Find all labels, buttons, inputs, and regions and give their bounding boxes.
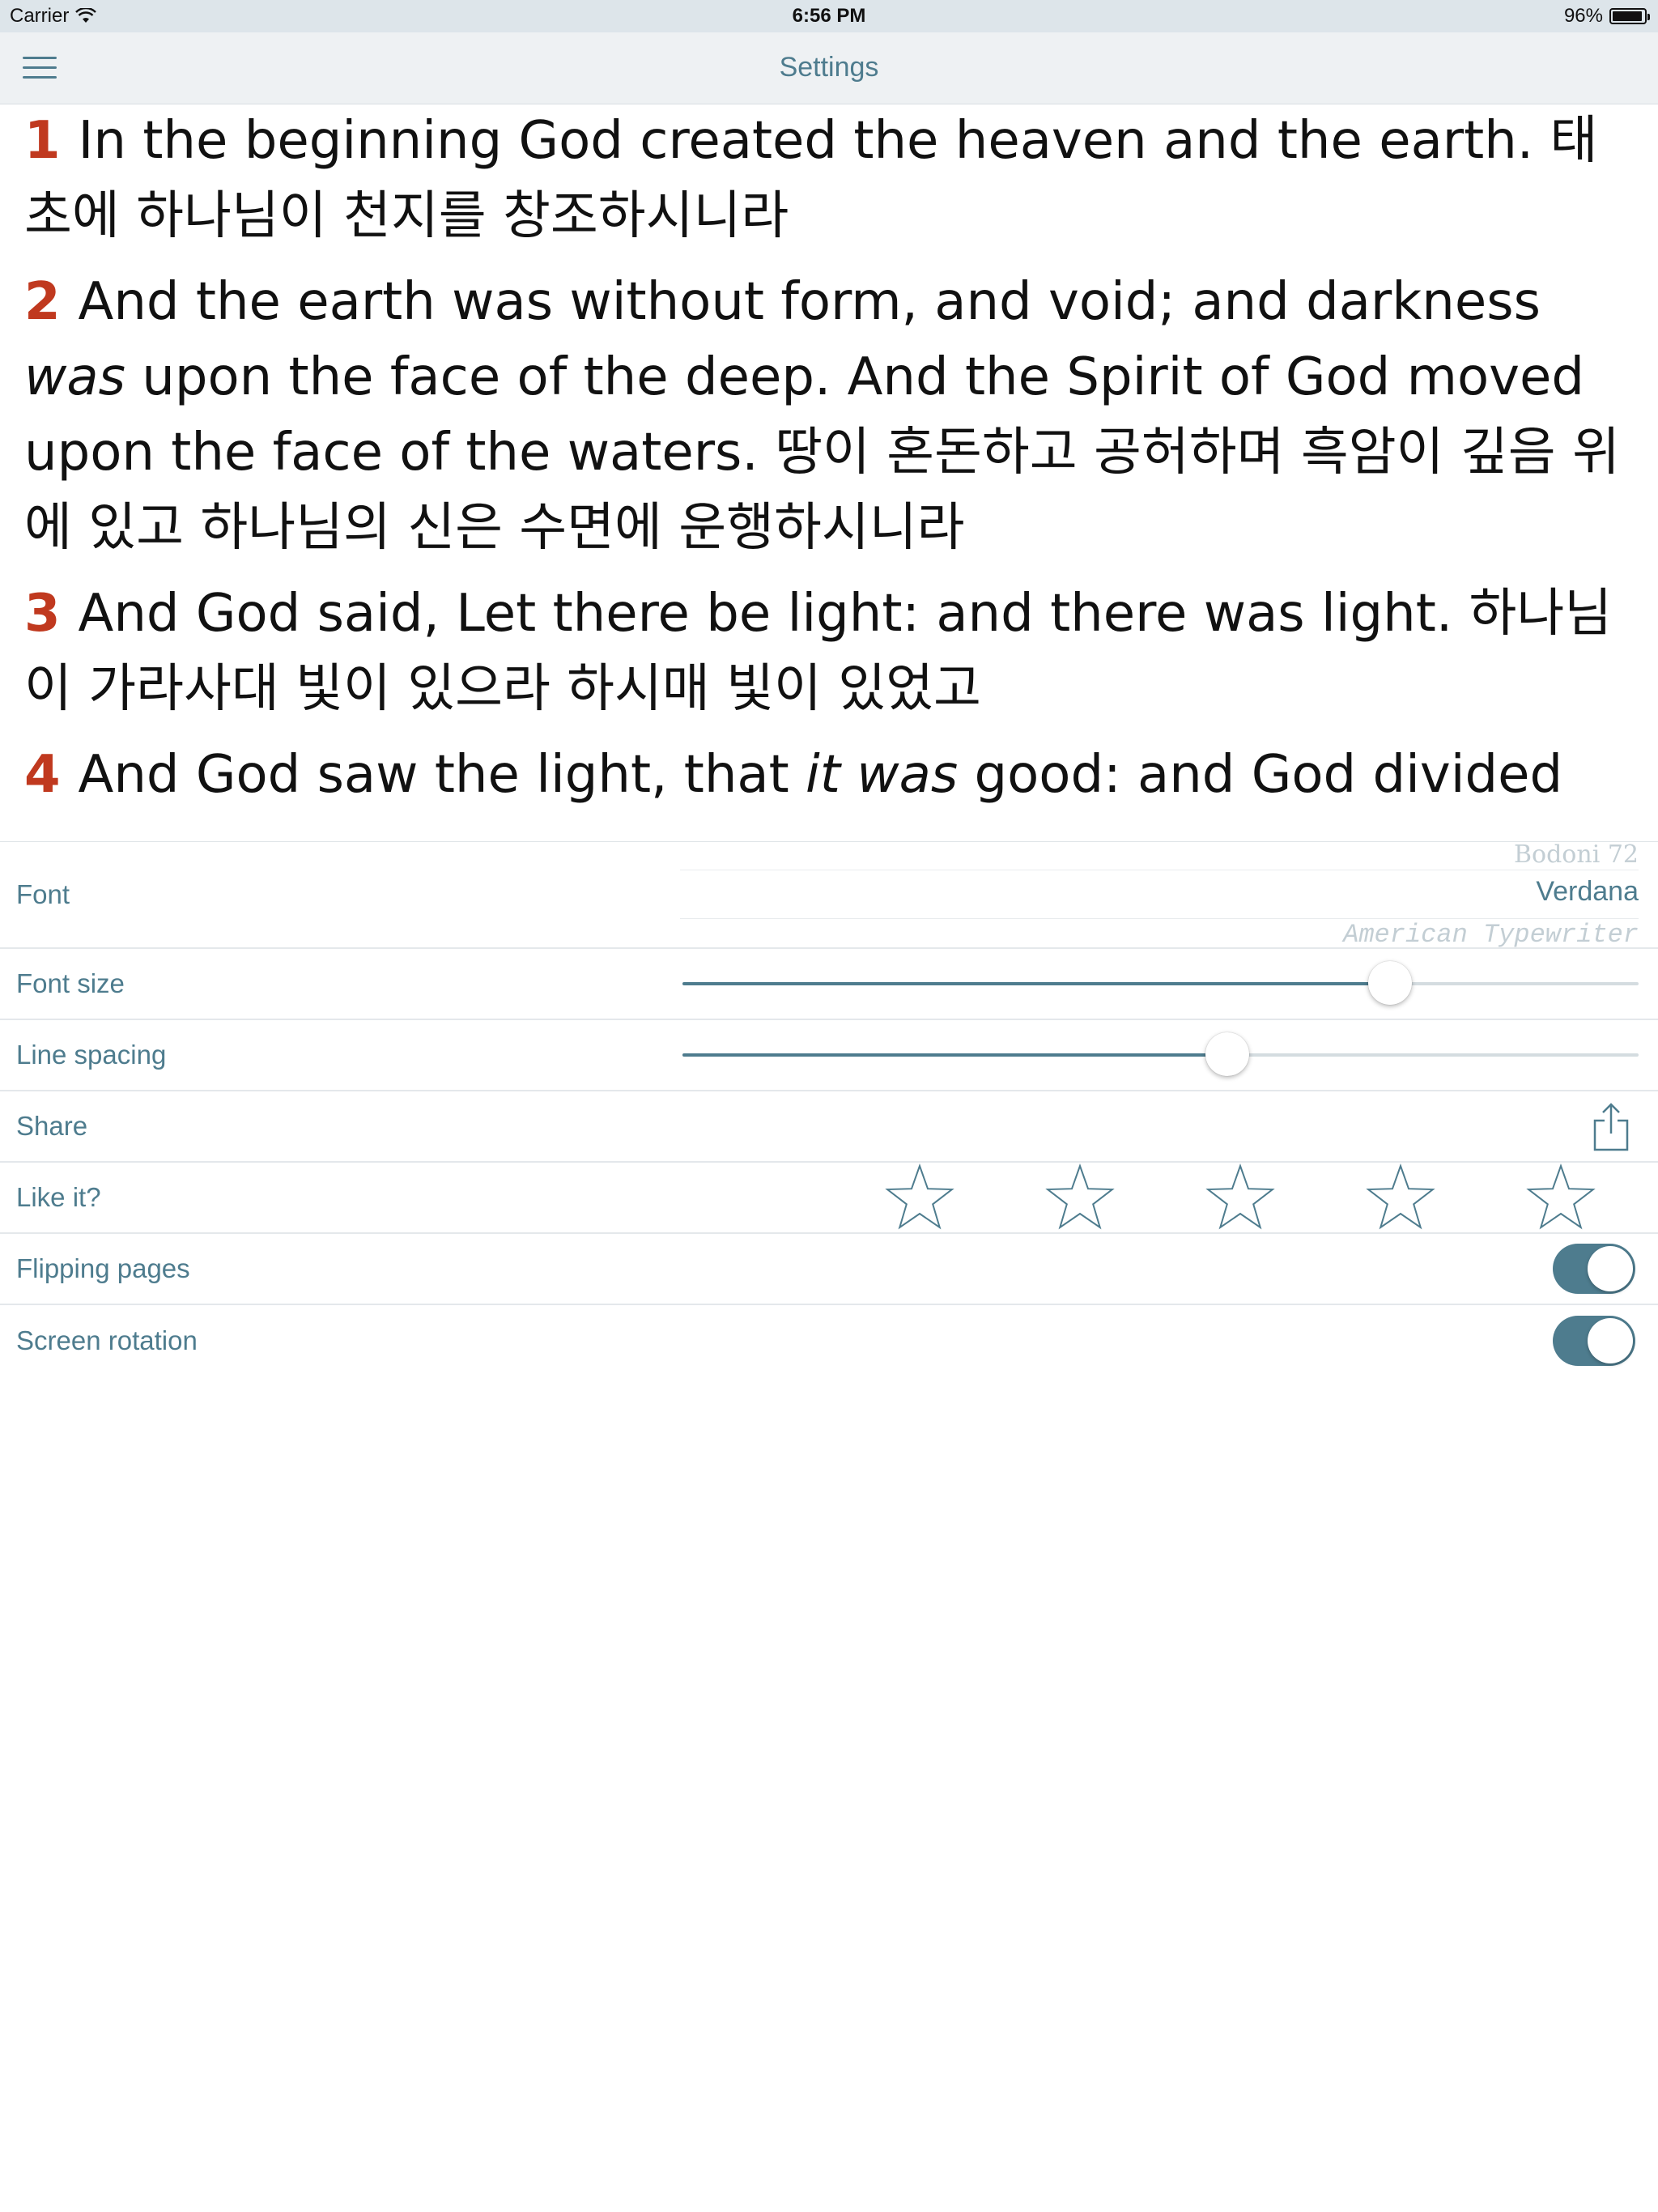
page-title: Settings xyxy=(779,52,879,83)
star-rating[interactable] xyxy=(882,1163,1642,1232)
font-row: Font Bodoni 72 Verdana American Typewrit… xyxy=(0,842,1658,949)
font-size-slider[interactable] xyxy=(682,961,1639,1005)
scripture-text-view[interactable]: 1 In the beginning God created the heaven… xyxy=(24,104,1643,840)
slider-track-fill xyxy=(682,1053,1228,1057)
share-label: Share xyxy=(16,1111,88,1141)
like-row: Like it? xyxy=(0,1163,1658,1234)
verse-text-italic: it was xyxy=(806,745,959,805)
battery-info: 96% xyxy=(1563,5,1650,28)
verse-text-italic: was xyxy=(24,347,125,407)
slider-thumb[interactable] xyxy=(1205,1032,1250,1076)
font-option-prev[interactable]: Bodoni 72 xyxy=(1514,842,1639,869)
flipping-pages-label: Flipping pages xyxy=(16,1253,190,1283)
flipping-pages-toggle[interactable] xyxy=(1553,1244,1635,1294)
battery-icon xyxy=(1609,8,1650,24)
verse: 2 And the earth was without form, and voi… xyxy=(24,265,1643,566)
screen-rotation-row: Screen rotation xyxy=(0,1305,1658,1376)
verse-text: In the beginning God created the heaven … xyxy=(78,111,1550,171)
verse-number: 2 xyxy=(24,272,61,332)
share-row[interactable]: Share xyxy=(0,1091,1658,1163)
verse: 3 And God said, Let there be light: and t… xyxy=(24,576,1643,727)
status-time: 6:56 PM xyxy=(792,5,866,27)
line-spacing-row: Line spacing xyxy=(0,1020,1658,1091)
toggle-knob xyxy=(1588,1246,1633,1291)
line-spacing-label: Line spacing xyxy=(16,1040,167,1070)
flipping-pages-row: Flipping pages xyxy=(0,1234,1658,1305)
screen-rotation-label: Screen rotation xyxy=(16,1325,198,1355)
line-spacing-slider[interactable] xyxy=(682,1032,1639,1076)
verse-text: good: and God divided xyxy=(958,745,1563,805)
font-size-label: Font size xyxy=(16,968,125,998)
verse: 4 And God saw the light, that it was good… xyxy=(24,738,1643,813)
screen-rotation-toggle[interactable] xyxy=(1553,1316,1635,1366)
share-icon[interactable] xyxy=(1590,1101,1632,1153)
verse: 1 In the beginning God created the heaven… xyxy=(24,104,1643,254)
font-picker[interactable]: Bodoni 72 Verdana American Typewriter xyxy=(680,842,1639,949)
slider-track-fill xyxy=(682,982,1390,985)
verse-text: And the earth was without form, and void… xyxy=(78,272,1541,332)
like-label: Like it? xyxy=(16,1182,101,1212)
star-outline-icon[interactable] xyxy=(1363,1163,1438,1234)
font-label: Font xyxy=(16,879,70,909)
star-outline-icon[interactable] xyxy=(882,1163,957,1234)
slider-thumb[interactable] xyxy=(1367,961,1412,1005)
settings-panel: Font Bodoni 72 Verdana American Typewrit… xyxy=(0,841,1658,1376)
toggle-knob xyxy=(1588,1318,1633,1363)
star-outline-icon[interactable] xyxy=(1524,1163,1598,1234)
star-outline-icon[interactable] xyxy=(1203,1163,1278,1234)
verse-text: And God saw the light, that xyxy=(78,745,806,805)
font-size-row: Font size xyxy=(0,949,1658,1020)
battery-percent: 96% xyxy=(1563,5,1603,27)
verse-number: 3 xyxy=(24,584,61,644)
verse-text: And God said, Let there be light: and th… xyxy=(78,584,1469,644)
status-bar: Carrier 6:56 PM 96% xyxy=(0,0,1658,32)
verse-number: 1 xyxy=(24,111,61,171)
star-outline-icon[interactable] xyxy=(1043,1163,1117,1234)
font-option-selected[interactable]: Verdana xyxy=(1536,876,1639,908)
verse-number: 4 xyxy=(24,745,61,805)
font-option-next[interactable]: American Typewriter xyxy=(1343,920,1639,949)
nav-bar: Settings xyxy=(0,32,1658,104)
